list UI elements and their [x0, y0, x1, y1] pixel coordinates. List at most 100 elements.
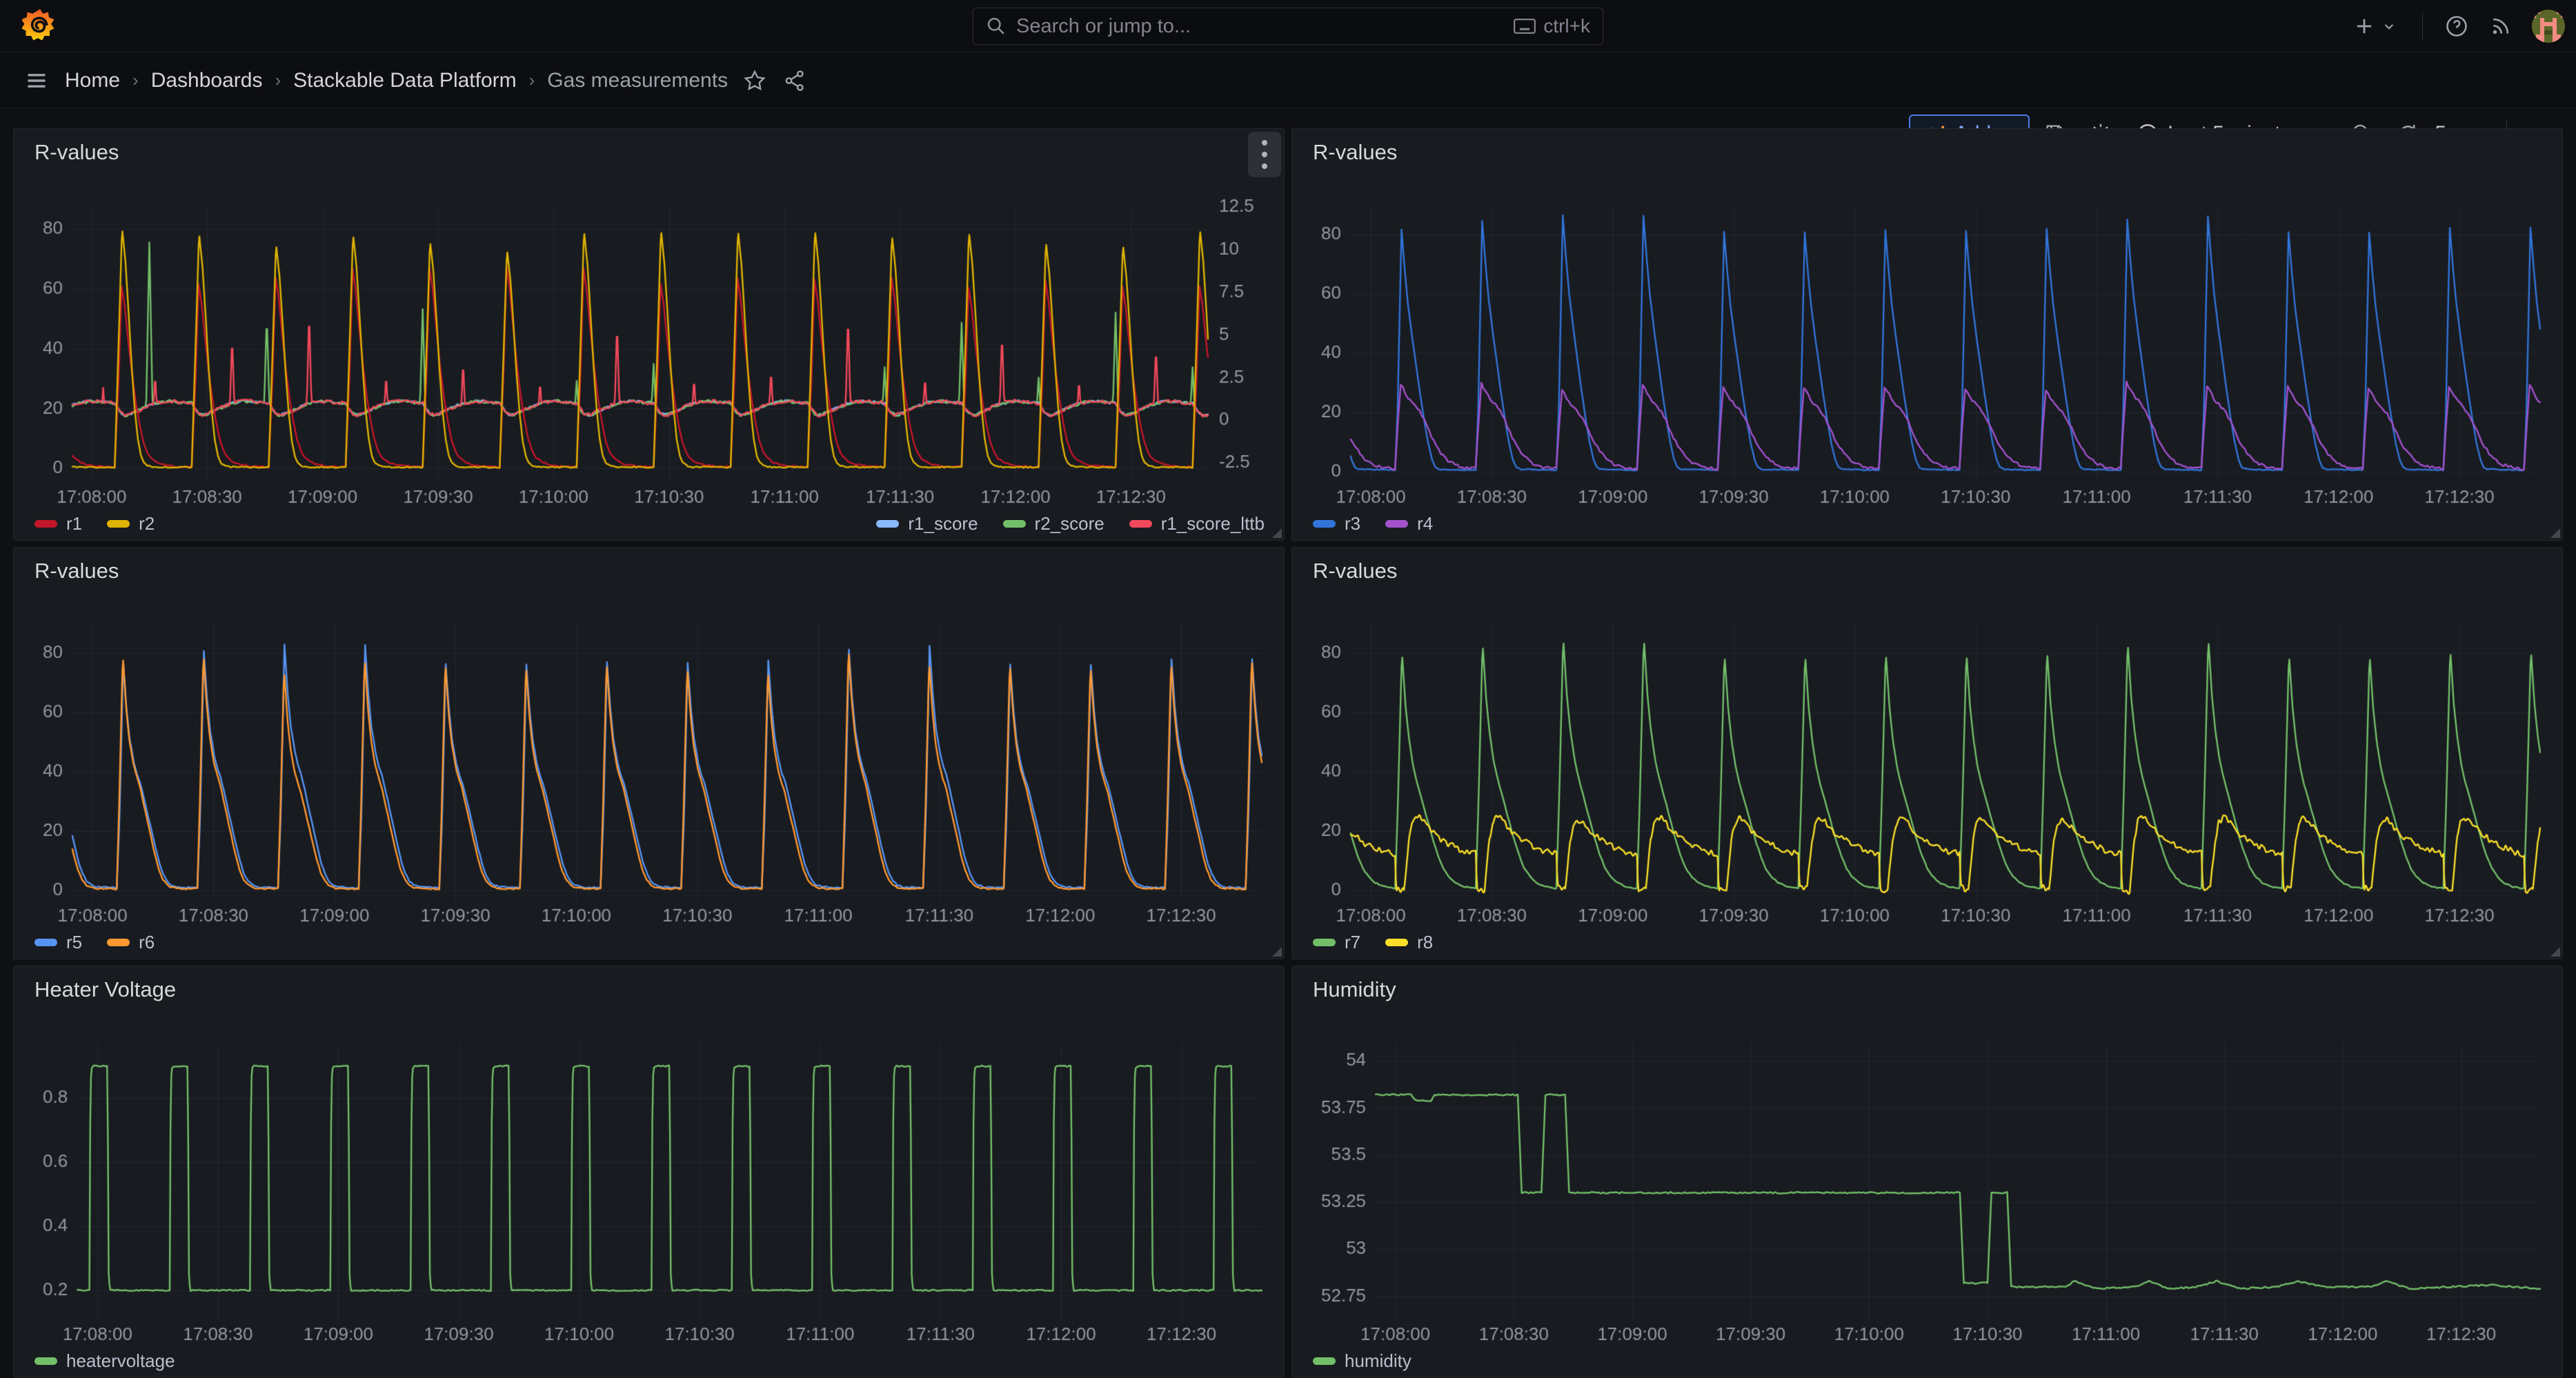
panel-header: R-values	[14, 548, 1284, 596]
favorite-dashboard-button[interactable]	[735, 61, 775, 101]
panel-heater-voltage: Heater Voltage heatervoltage	[13, 966, 1285, 1378]
legend-item-r5[interactable]: r5	[34, 932, 82, 953]
legend-swatch	[1003, 520, 1026, 528]
legend-item-r1_score_lttb[interactable]: r1_score_lttb	[1129, 513, 1265, 535]
chart-canvas[interactable]	[21, 1021, 1277, 1346]
mega-menu-button[interactable]	[17, 61, 57, 101]
search-placeholder: Search or jump to...	[1016, 15, 1513, 38]
legend-item-r6[interactable]: r6	[107, 932, 155, 953]
panel-header: R-values	[1292, 548, 2562, 596]
legend-item-r7[interactable]: r7	[1313, 932, 1360, 953]
legend-item-r8[interactable]: r8	[1385, 932, 1433, 953]
legend-swatch	[107, 520, 130, 528]
chart-canvas[interactable]	[21, 184, 1277, 508]
legend-swatch	[1129, 520, 1152, 528]
legend-item-r2_score[interactable]: r2_score	[1003, 513, 1104, 535]
breadcrumb-separator: ›	[529, 70, 535, 91]
legend-label: humidity	[1345, 1350, 1411, 1372]
share-dashboard-button[interactable]	[775, 61, 815, 101]
legend-swatch	[1313, 939, 1336, 946]
help-button[interactable]	[2437, 6, 2477, 46]
panel-resize-handle[interactable]	[1272, 528, 1282, 538]
breadcrumb-separator: ›	[275, 70, 281, 91]
shortcut-hint: ctrl+k	[1513, 15, 1590, 37]
legend-label: r8	[1417, 932, 1433, 953]
panel-humidity: Humidity humidity	[1291, 966, 2563, 1378]
panel-resize-handle[interactable]	[2550, 528, 2560, 538]
legend-item-r1[interactable]: r1	[34, 513, 82, 535]
chevron-down-icon	[2381, 18, 2397, 34]
panel-title[interactable]: R-values	[14, 129, 119, 165]
chart-canvas[interactable]	[1299, 184, 2555, 508]
breadcrumb-folder[interactable]: Stackable Data Platform	[293, 69, 516, 92]
legend-label: r1	[66, 513, 82, 535]
panel-r-values-2: R-values r3 r4	[1291, 128, 2563, 541]
search-icon	[986, 16, 1007, 37]
legend-item-r2[interactable]: r2	[107, 513, 155, 535]
panel-header: Humidity	[1292, 966, 2562, 1015]
legend-item-r4[interactable]: r4	[1385, 513, 1433, 535]
legend-item-r3[interactable]: r3	[1313, 513, 1360, 535]
news-button[interactable]	[2481, 6, 2521, 46]
legend: heatervoltage	[34, 1347, 1265, 1375]
star-icon	[743, 69, 766, 92]
legend: r5 r6	[34, 928, 1265, 956]
legend-swatch	[1385, 939, 1408, 946]
keyboard-icon	[1513, 16, 1536, 37]
panel-r-values-3: R-values r5 r6	[13, 547, 1285, 959]
panel-header: R-values	[1292, 129, 2562, 177]
legend-swatch	[34, 939, 57, 946]
legend-item-humidity[interactable]: humidity	[1313, 1350, 1411, 1372]
legend-label: r6	[139, 932, 155, 953]
legend: r3 r4	[1313, 510, 2543, 537]
chart-canvas[interactable]	[1299, 603, 2555, 927]
legend-label: heatervoltage	[66, 1350, 175, 1372]
legend-label: r7	[1345, 932, 1360, 953]
grafana-logo[interactable]	[22, 7, 58, 46]
panel-header: Heater Voltage	[14, 966, 1284, 1015]
panel-resize-handle[interactable]	[2550, 947, 2560, 957]
chart-canvas[interactable]	[21, 603, 1277, 927]
legend-swatch	[876, 520, 899, 528]
search-input[interactable]: Search or jump to... ctrl+k	[973, 8, 1603, 45]
chart-canvas[interactable]	[1299, 1021, 2555, 1346]
breadcrumb-home[interactable]: Home	[65, 69, 120, 92]
panel-r-values-1: R-values r1 r2 r1_score r2_score r1_score_lt…	[13, 128, 1285, 541]
plus-icon	[2353, 15, 2375, 37]
legend-item-heatervoltage[interactable]: heatervoltage	[34, 1350, 175, 1372]
legend-swatch	[1313, 1357, 1336, 1365]
new-dropdown-button[interactable]	[2342, 6, 2408, 46]
legend-label: r4	[1417, 513, 1433, 535]
legend-item-r1_score[interactable]: r1_score	[876, 513, 978, 535]
legend-label: r2	[139, 513, 155, 535]
panel-title[interactable]: R-values	[1292, 548, 1397, 583]
help-icon	[2444, 14, 2469, 39]
panel-title[interactable]: R-values	[14, 548, 119, 583]
legend-label: r2_score	[1035, 513, 1104, 535]
panel-menu-button[interactable]	[1248, 132, 1281, 177]
user-avatar[interactable]	[2532, 10, 2565, 43]
dashboard-toolbar: Home › Dashboards › Stackable Data Platf…	[0, 53, 2576, 108]
panel-r-values-4: R-values r7 r8	[1291, 547, 2563, 959]
legend: humidity	[1313, 1347, 2543, 1375]
legend-swatch	[107, 939, 130, 946]
breadcrumb: Home › Dashboards › Stackable Data Platf…	[65, 69, 728, 92]
panel-title[interactable]: Humidity	[1292, 966, 1396, 1002]
panel-title[interactable]: Heater Voltage	[14, 966, 176, 1002]
breadcrumb-separator: ›	[132, 70, 139, 91]
top-navigation-bar: Search or jump to... ctrl+k	[0, 0, 2576, 52]
legend: r7 r8	[1313, 928, 2543, 956]
panel-header: R-values	[14, 129, 1284, 177]
legend-swatch	[1313, 520, 1336, 528]
legend-swatch	[34, 1357, 57, 1365]
legend-label: r3	[1345, 513, 1360, 535]
panel-title[interactable]: R-values	[1292, 129, 1397, 165]
panel-resize-handle[interactable]	[1272, 947, 1282, 957]
legend-label: r5	[66, 932, 82, 953]
rss-icon	[2489, 14, 2513, 38]
breadcrumb-current-dashboard: Gas measurements	[547, 69, 728, 92]
legend: r1 r2 r1_score r2_score r1_score_lttb	[34, 510, 1265, 537]
breadcrumb-dashboards[interactable]: Dashboards	[151, 69, 263, 92]
topbar-divider	[2422, 12, 2423, 40]
legend-label: r1_score	[908, 513, 978, 535]
